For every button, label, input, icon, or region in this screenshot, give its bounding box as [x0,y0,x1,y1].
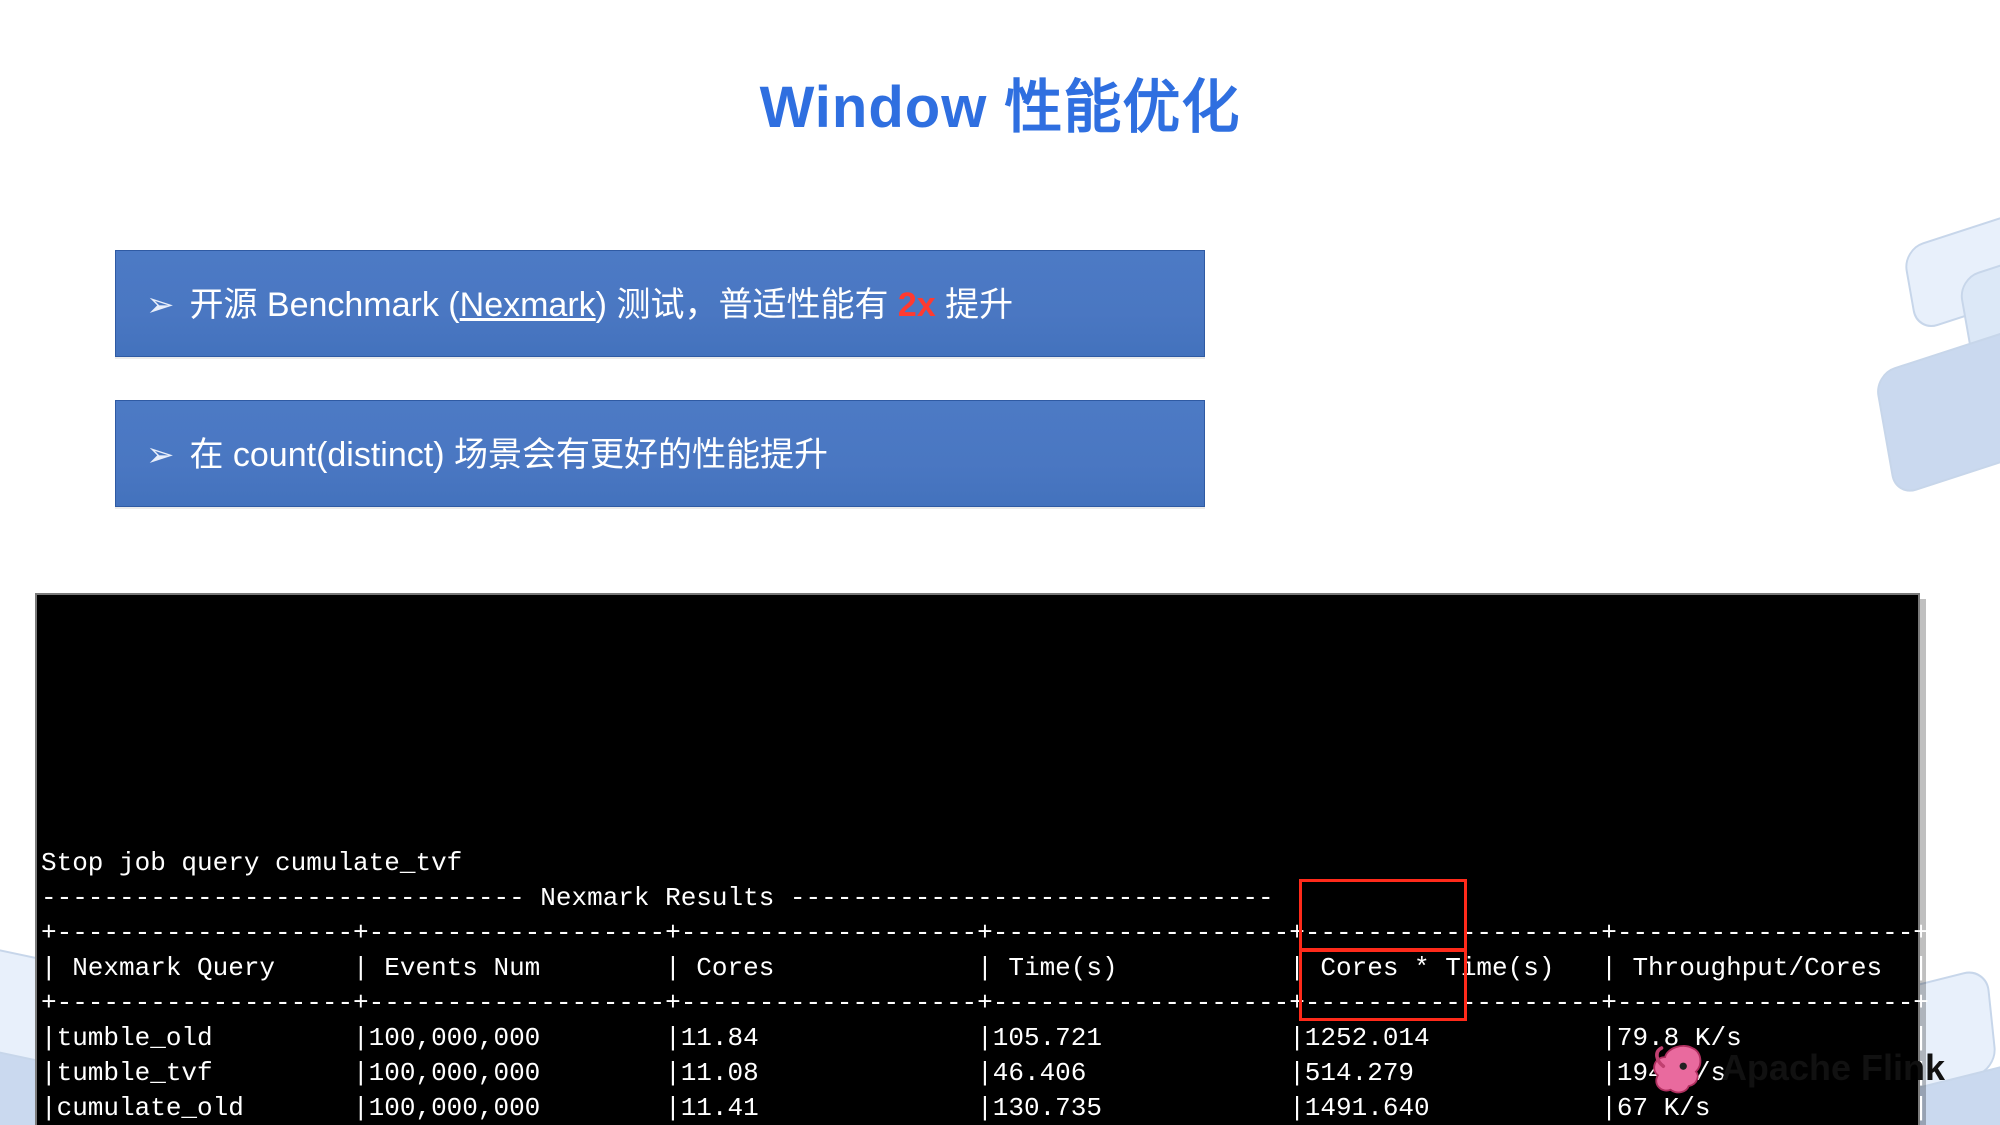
decor-cloud-right [1815,174,2000,525]
terminal-line: +-------------------+-------------------… [41,916,1914,951]
chevron-right-icon: ➢ [146,435,168,475]
bullet1-mid: ) 测试，普适性能有 [596,286,898,324]
slide-title: Window 性能优化 [0,60,2000,144]
terminal-line: Stop job query cumulate_tvf [41,846,1914,881]
terminal-output: Stop job query cumulate_tvf-------------… [35,593,1920,1125]
bullet1-highlight: 2x [898,286,936,324]
bullet-benchmark: ➢ 开源 Benchmark (Nexmark) 测试，普适性能有 2x 提升 [115,250,1205,357]
terminal-line: |tumble_tvf |100,000,000 |11.08 |46.406 … [41,1056,1914,1091]
chevron-right-icon: ➢ [146,285,168,325]
footer: Apache Flink [1647,1039,1945,1097]
footer-brand: Apache Flink [1721,1047,1945,1089]
terminal-line: |cumulate_old |100,000,000 |11.41 |130.7… [41,1091,1914,1125]
bullet2-text: 在 count(distinct) 场景会有更好的性能提升 [189,436,828,474]
bullet1-suffix: 提升 [936,286,1013,324]
bullet1-prefix: 开源 Benchmark ( [189,286,459,324]
flink-logo-icon [1647,1039,1705,1097]
terminal-line: +-------------------+-------------------… [41,986,1914,1021]
terminal-line: | Nexmark Query | Events Num | Cores | T… [41,951,1914,986]
terminal-line: |tumble_old |100,000,000 |11.84 |105.721… [41,1021,1914,1056]
bullet-count-distinct: ➢ 在 count(distinct) 场景会有更好的性能提升 [115,400,1205,507]
terminal-line: ------------------------------- Nexmark … [41,881,1914,916]
bullet1-link: Nexmark [460,286,596,324]
